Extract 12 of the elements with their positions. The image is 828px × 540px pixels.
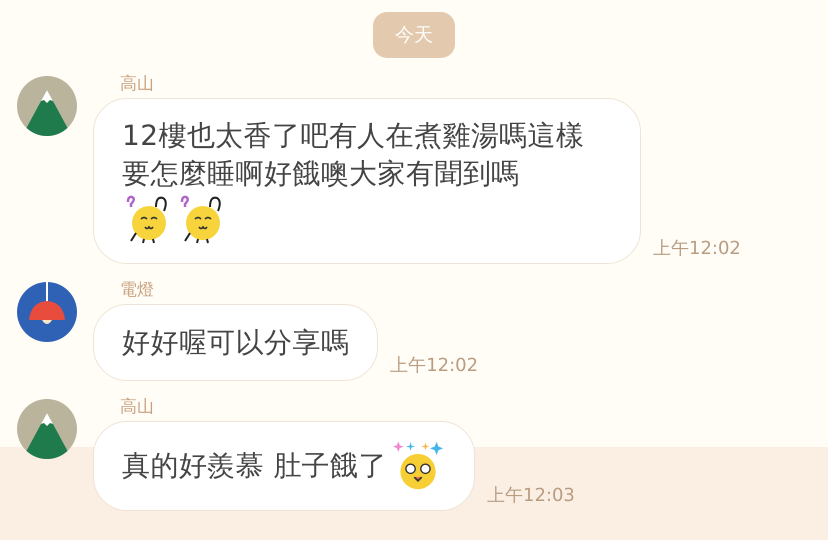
lamp-avatar-icon[interactable]: [17, 282, 77, 342]
starry-eyed-emoji-icon: [392, 440, 444, 492]
sender-name: 電燈: [120, 282, 154, 298]
message-time: 上午12:02: [653, 237, 741, 260]
date-divider: 今天: [373, 12, 455, 58]
message-time: 上午12:03: [487, 484, 575, 507]
sender-name: 高山: [120, 398, 154, 415]
sender-name: 高山: [120, 76, 154, 92]
message-text: 真的好羨慕 肚子餓了: [122, 448, 387, 484]
message-time: 上午12:02: [390, 354, 478, 377]
message-text: 12樓也太香了吧有人在煮雞湯嗎這樣要怎麼睡啊好餓噢大家有聞到嗎: [122, 118, 586, 192]
message-text: 好好喔可以分享嗎: [122, 324, 350, 361]
